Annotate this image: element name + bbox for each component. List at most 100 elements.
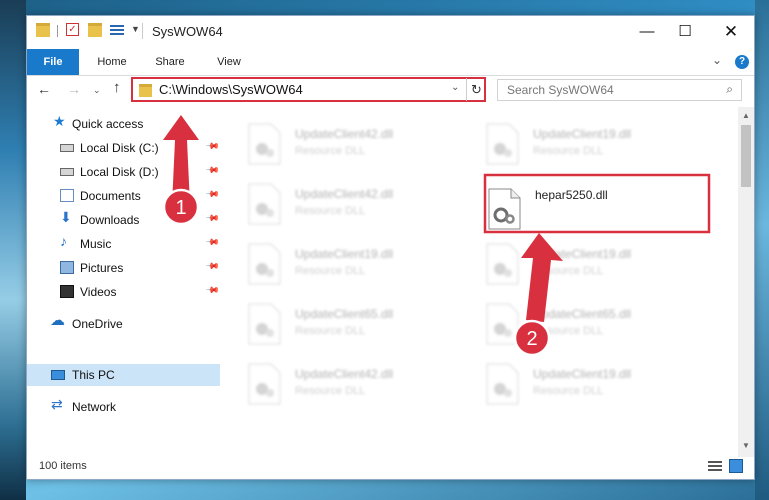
file-type: Resource DLL [533,145,604,157]
file-type: Resource DLL [295,205,366,217]
sidebar-item-local-disk-d[interactable]: Local Disk (D:) 📌 [27,161,220,183]
desktop-background-left [0,0,26,500]
pin-icon[interactable]: 📌 [205,211,220,227]
list-item[interactable]: UpdateClient42.dll Resource DLL [247,179,477,233]
list-item[interactable]: UpdateClient19.dll Resource DLL [485,359,715,413]
search-input[interactable]: Search SysWOW64 [507,83,614,97]
sidebar-item-downloads[interactable]: ⬇ Downloads 📌 [27,209,220,231]
pin-icon[interactable]: 📌 [205,139,220,155]
sidebar-item-label: OneDrive [72,317,123,331]
sidebar-item-this-pc[interactable]: This PC [27,364,220,386]
help-icon[interactable]: ? [735,55,749,69]
file-name: UpdateClient65.dll [533,307,632,321]
pin-icon[interactable]: 📌 [205,187,220,203]
pin-icon[interactable]: 📌 [205,163,220,179]
dll-file-icon [248,183,281,225]
tab-view[interactable]: View [205,49,253,75]
pin-icon[interactable]: 📌 [205,283,220,299]
sidebar-item-music[interactable]: ♪ Music 📌 [27,233,220,255]
sidebar-item-pictures[interactable]: Pictures 📌 [27,257,220,279]
file-name: UpdateClient42.dll [295,367,394,381]
file-type: Resource DLL [295,385,366,397]
sidebar-item-label: Quick access [72,117,144,131]
sidebar-item-onedrive[interactable]: ☁ OneDrive [27,313,220,335]
list-item-hepar5250[interactable]: hepar5250.dll [487,184,717,238]
sidebar-item-documents[interactable]: Documents 📌 [27,185,220,207]
navigation-bar: ← → ⌄ ↑ C:\Windows\SysWOW64 ⌄ ↻ Search S… [27,76,754,106]
close-button[interactable]: ✕ [716,20,746,44]
maximize-button[interactable]: ☐ [670,20,700,44]
back-arrow-icon[interactable]: ← [37,81,51,97]
address-folder-icon [139,84,152,97]
dll-file-icon [488,188,521,230]
address-bar[interactable]: C:\Windows\SysWOW64 ⌄ ↻ [131,77,486,102]
sidebar-item-label: Videos [80,285,117,299]
list-item[interactable]: UpdateClient65.dll Resource DLL [485,299,715,353]
up-arrow-icon[interactable]: ↑ [113,79,121,96]
item-count: 100 items [39,460,87,472]
details-view-icon[interactable] [708,460,722,472]
title-bar: ✓ ▼ SysWOW64 — ☐ ✕ [27,16,754,49]
download-arrow-icon: ⬇ [60,209,72,225]
properties-check-icon[interactable]: ✓ [66,23,79,36]
sidebar-item-local-disk-c[interactable]: Local Disk (C:) 📌 [27,137,220,159]
sidebar-item-network[interactable]: ⇄ Network [27,396,220,418]
tab-home[interactable]: Home [87,49,137,75]
file-type: Resource DLL [533,385,604,397]
sidebar-item-label: Local Disk (C:) [80,141,159,155]
file-type: Resource DLL [295,325,366,337]
dll-file-icon [486,243,519,285]
music-note-icon: ♪ [60,233,67,249]
file-name: UpdateClient65.dll [295,307,394,321]
status-bar: 100 items [27,456,754,479]
address-path[interactable]: C:\Windows\SysWOW64 [159,82,303,97]
recent-locations-chevron-icon[interactable]: ⌄ [93,85,101,96]
vertical-scrollbar[interactable]: ▲ ▼ [738,107,754,457]
ribbon-tabs: File Home Share View ⌄ ? [27,49,754,76]
quick-access-separator [57,25,58,37]
sidebar-item-label: Pictures [80,261,124,275]
tab-share[interactable]: Share [145,49,195,75]
pin-icon[interactable]: 📌 [205,235,220,251]
list-item[interactable]: UpdateClient65.dll Resource DLL [247,299,477,353]
forward-arrow-icon[interactable]: → [67,81,81,97]
properties-list-icon[interactable] [110,23,124,35]
hard-disk-icon [60,168,74,176]
sidebar-item-videos[interactable]: Videos 📌 [27,281,220,303]
film-icon [60,285,74,298]
large-icons-view-icon[interactable] [729,459,743,473]
cloud-icon: ☁ [50,312,65,329]
refresh-icon[interactable]: ↻ [471,82,482,98]
list-item[interactable]: UpdateClient19.dll Resource DLL [485,119,715,173]
hard-disk-icon [60,144,74,152]
expand-ribbon-chevron-icon[interactable]: ⌄ [712,53,722,67]
scroll-down-icon[interactable]: ▼ [742,441,750,450]
file-name: UpdateClient19.dll [533,247,632,261]
list-item[interactable]: UpdateClient19.dll Resource DLL [485,239,715,293]
pictures-icon [60,261,74,274]
dll-file-icon [248,243,281,285]
sidebar-item-label: Music [80,237,112,251]
sidebar-item-label: Documents [80,189,141,203]
list-item[interactable]: UpdateClient42.dll Resource DLL [247,119,477,173]
list-item[interactable]: UpdateClient42.dll Resource DLL [247,359,477,413]
pin-icon[interactable]: 📌 [205,259,220,275]
desktop-background-right [755,0,769,500]
dll-file-icon [486,123,519,165]
sidebar-item-quick-access[interactable]: ★ Quick access [27,113,220,135]
tab-file[interactable]: File [27,49,79,75]
file-name: UpdateClient42.dll [295,187,394,201]
search-box[interactable]: Search SysWOW64 ⌕ [497,79,742,101]
minimize-button[interactable]: — [632,20,662,44]
sidebar-item-label: This PC [72,368,115,382]
customize-toolbar-chevron-icon[interactable]: ▼ [131,24,140,34]
list-item[interactable]: UpdateClient19.dll Resource DLL [247,239,477,293]
address-dropdown-chevron-icon[interactable]: ⌄ [451,82,459,93]
dll-file-icon [486,303,519,345]
scroll-up-icon[interactable]: ▲ [742,111,750,120]
search-icon[interactable]: ⌕ [726,82,733,97]
new-folder-icon[interactable] [88,23,102,37]
navigation-pane: ★ Quick access Local Disk (C:) 📌 Local D… [27,107,220,457]
scrollbar-thumb[interactable] [741,125,751,187]
window-title: SysWOW64 [152,24,223,39]
